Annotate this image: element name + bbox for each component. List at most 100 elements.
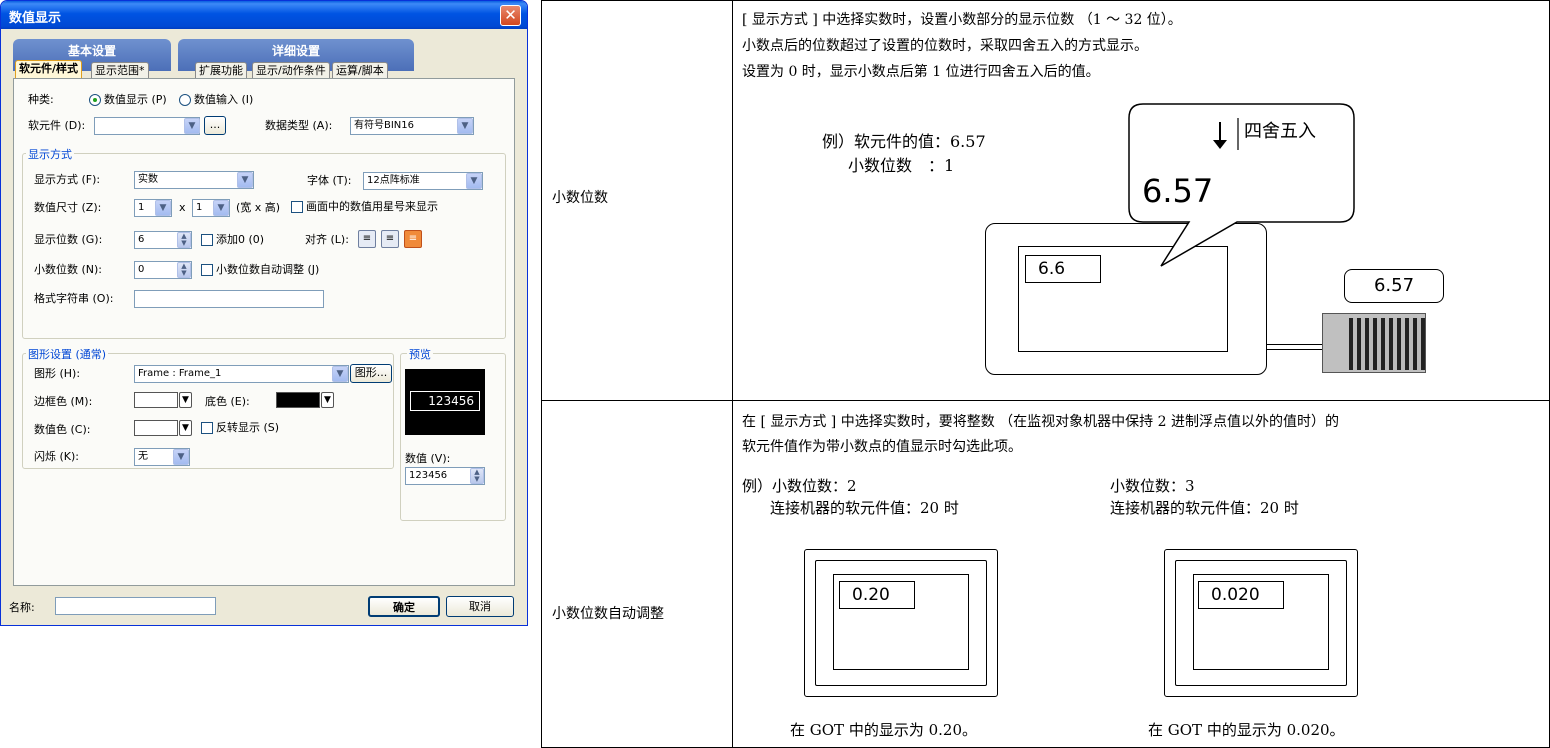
align-left-icon[interactable]: ≡ xyxy=(358,230,376,248)
base-color-swatch[interactable] xyxy=(276,392,320,408)
num-color-label: 数值色 (C): xyxy=(34,423,91,436)
row2-label: 小数位数自动调整 xyxy=(552,606,664,622)
row2-desc-line2: 软元件值作为带小数点的值显示时勾选此项。 xyxy=(742,439,1022,455)
border-color-dropdown-icon[interactable]: ▼ xyxy=(179,392,192,408)
ok-button[interactable]: 确定 xyxy=(368,596,440,617)
callout-round-label: 四舍五入 xyxy=(1244,121,1316,142)
asterisk-checkbox[interactable] xyxy=(291,201,303,213)
table-column-divider xyxy=(732,1,733,747)
shape-browse-button[interactable]: 图形... xyxy=(350,364,392,383)
align-center-icon[interactable]: ≡ xyxy=(381,230,399,248)
table-row-divider xyxy=(542,400,1549,401)
exampleA-line2: 连接机器的软元件值：20 时 xyxy=(770,499,959,517)
size-width-dropdown-icon[interactable]: ▼ xyxy=(155,200,171,216)
shape-select[interactable]: Frame : Frame_1 xyxy=(134,365,349,383)
base-color-dropdown-icon[interactable]: ▼ xyxy=(321,392,334,408)
exampleB-caption: 在 GOT 中的显示为 0.020。 xyxy=(1148,721,1345,739)
plc-icon xyxy=(1322,313,1426,373)
shape-group-title: 图形设置 (通常) xyxy=(26,346,109,362)
preview-canvas: 123456 xyxy=(405,369,485,435)
cable-line-bottom xyxy=(1266,349,1322,350)
dialog-titlebar[interactable]: 数值显示 ✕ xyxy=(1,1,527,29)
align-right-icon[interactable]: ≡ xyxy=(404,230,422,248)
border-color-label: 边框色 (M): xyxy=(34,395,93,408)
decimal-spinner-icon[interactable]: ▲ ▼ xyxy=(177,262,191,278)
kind-label: 种类: xyxy=(28,93,54,106)
value-label: 数值 (V): xyxy=(405,452,451,465)
exampleB-line1: 小数位数：3 xyxy=(1110,477,1195,495)
got-monitor-B xyxy=(1164,549,1358,697)
plc-modules xyxy=(1349,318,1425,370)
got-value-box-1: 6.6 xyxy=(1025,255,1101,283)
row1-desc-line2: 小数点后的位数超过了设置的位数时，采取四舍五入的方式显示。 xyxy=(742,38,1148,54)
datatype-select[interactable]: 有符号BIN16 xyxy=(350,117,474,135)
description-table: 小数位数 [ 显示方式 ] 中选择实数时，设置小数部分的显示位数 （1 ～ 32… xyxy=(541,0,1550,748)
example1-line1: 例）软元件的值：6.57 xyxy=(822,132,986,151)
preview-value: 123456 xyxy=(410,391,480,411)
reverse-label: 反转显示 (S) xyxy=(216,421,280,434)
align-label: 对齐 (L): xyxy=(305,233,349,246)
callout-value: 6.57 xyxy=(1142,172,1214,210)
kind-input-radio[interactable] xyxy=(179,94,191,106)
row1-desc-line3: 设置为 0 时，显示小数点后第 1 位进行四舍五入后的值。 xyxy=(742,64,1100,80)
shape-dropdown-icon[interactable]: ▼ xyxy=(332,366,348,382)
size-label: 数值尺寸 (Z): xyxy=(34,201,102,214)
display-mode-select[interactable]: 实数 xyxy=(134,171,254,189)
close-icon[interactable]: ✕ xyxy=(500,5,521,26)
got-value-box-B: 0.020 xyxy=(1198,581,1284,609)
row2-desc-line1: 在 [ 显示方式 ] 中选择实数时，要将整数 （在监视对象机器中保持 2 进制浮… xyxy=(742,414,1339,430)
shape-label: 图形 (H): xyxy=(34,367,81,380)
numeric-display-dialog: 数值显示 ✕ 基本设置 详细设置 软元件/样式 显示范围* 扩展功能 显示/动作… xyxy=(0,0,528,626)
example1-line2: 小数位数 ：1 xyxy=(848,156,955,175)
row1-desc-line1: [ 显示方式 ] 中选择实数时，设置小数部分的显示位数 （1 ～ 32 位）。 xyxy=(742,12,1182,28)
blink-label: 闪烁 (K): xyxy=(34,450,79,463)
name-label: 名称: xyxy=(9,601,35,614)
got-value-box-A: 0.20 xyxy=(839,581,915,609)
format-input[interactable] xyxy=(134,290,324,308)
tab-display-range[interactable]: 显示范围* xyxy=(91,62,149,79)
display-mode-dropdown-icon[interactable]: ▼ xyxy=(237,172,253,188)
exampleB-line2: 连接机器的软元件值：20 时 xyxy=(1110,499,1299,517)
display-mode-label: 显示方式 (F): xyxy=(34,173,101,186)
kind-display-radio[interactable] xyxy=(89,94,101,106)
decimal-label: 小数位数 (N): xyxy=(34,263,103,276)
digits-spinner-icon[interactable]: ▲ ▼ xyxy=(177,232,191,248)
add0-checkbox[interactable] xyxy=(201,234,213,246)
size-unit-label: (宽 x 高) xyxy=(236,201,281,214)
blink-dropdown-icon[interactable]: ▼ xyxy=(173,449,189,465)
size-x-label: x xyxy=(179,201,186,214)
num-color-dropdown-icon[interactable]: ▼ xyxy=(179,420,192,436)
value-spinner-icon[interactable]: ▲ ▼ xyxy=(470,468,484,484)
size-height-dropdown-icon[interactable]: ▼ xyxy=(213,200,229,216)
row1-label: 小数位数 xyxy=(552,190,608,206)
cable-line-top xyxy=(1266,344,1322,345)
group-basic-label: 基本设置 xyxy=(67,44,116,58)
font-dropdown-icon[interactable]: ▼ xyxy=(466,173,482,189)
datatype-label: 数据类型 (A): xyxy=(265,119,333,132)
tab-device-style[interactable]: 软元件/样式 xyxy=(15,60,83,79)
group-detail-label: 详细设置 xyxy=(271,44,320,58)
device-dropdown-icon[interactable]: ▼ xyxy=(184,118,200,134)
auto-adjust-checkbox[interactable] xyxy=(201,264,213,276)
font-select[interactable]: 12点阵标准 xyxy=(363,172,483,190)
dialog-body: 基本设置 详细设置 软元件/样式 显示范围* 扩展功能 显示/动作条件 运算/脚… xyxy=(5,29,523,623)
asterisk-label: 画面中的数值用星号来显示 xyxy=(306,200,438,213)
digits-label: 显示位数 (G): xyxy=(34,233,103,246)
cancel-button[interactable]: 取消 xyxy=(446,596,514,617)
tab-extended[interactable]: 扩展功能 xyxy=(195,62,247,79)
device-browse-button[interactable]: ... xyxy=(204,116,226,135)
base-color-label: 底色 (E): xyxy=(205,395,250,408)
border-color-swatch[interactable] xyxy=(134,392,178,408)
device-label: 软元件 (D): xyxy=(28,119,86,132)
kind-display-label: 数值显示 (P) xyxy=(104,93,167,106)
format-label: 格式字符串 (O): xyxy=(34,292,114,305)
tab-script[interactable]: 运算/脚本 xyxy=(332,62,388,79)
preview-group-title: 预览 xyxy=(407,346,433,362)
name-input[interactable] xyxy=(55,597,216,615)
display-group-title: 显示方式 xyxy=(26,146,74,162)
datatype-dropdown-icon[interactable]: ▼ xyxy=(457,118,473,134)
tab-display-condition[interactable]: 显示/动作条件 xyxy=(252,62,330,79)
reverse-checkbox[interactable] xyxy=(201,422,213,434)
num-color-swatch[interactable] xyxy=(134,420,178,436)
font-label: 字体 (T): xyxy=(307,174,352,187)
